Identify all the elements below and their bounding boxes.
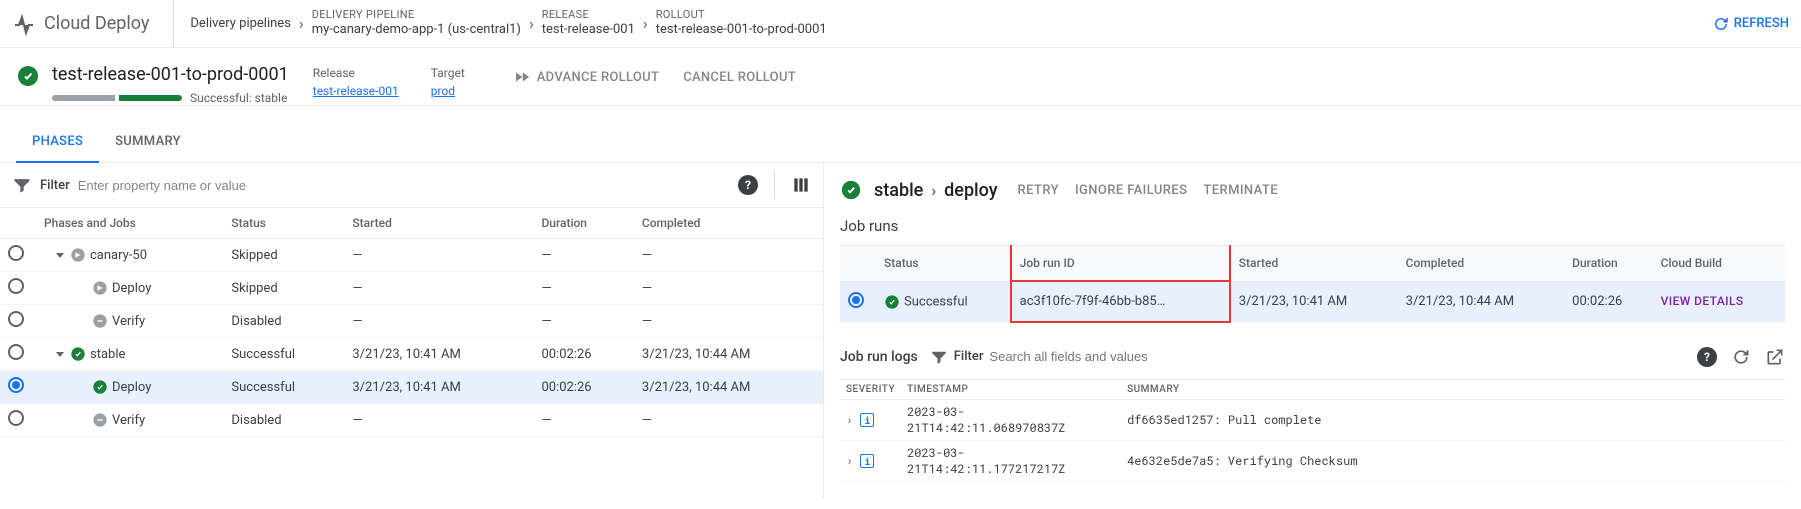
skipped-icon bbox=[92, 280, 108, 296]
breadcrumb: Delivery pipelines › DELIVERY PIPELINE m… bbox=[173, 0, 826, 47]
open-external-icon[interactable] bbox=[1765, 347, 1785, 367]
release-link[interactable]: test-release-001 bbox=[313, 84, 399, 98]
phases-panel: Filter ? Phases and Jobs Status Started … bbox=[0, 163, 824, 498]
target-link[interactable]: prod bbox=[431, 84, 465, 98]
row-radio[interactable] bbox=[8, 344, 24, 360]
job-row[interactable]: VerifyDisabled——— bbox=[0, 404, 823, 437]
product-logo: Cloud Deploy bbox=[12, 12, 149, 36]
success-icon bbox=[16, 64, 40, 88]
cloud-deploy-icon bbox=[12, 12, 36, 36]
logs-filter-input[interactable] bbox=[989, 349, 1685, 364]
jobrun-id: ac3f10fc-7f9f-46bb-b85… bbox=[1011, 281, 1230, 322]
log-row[interactable]: › i2023-03-21T14:42:11.068970837Zdf6635e… bbox=[840, 399, 1785, 440]
chevron-right-icon: › bbox=[299, 14, 304, 33]
help-icon[interactable]: ? bbox=[1697, 347, 1717, 367]
phase-row[interactable]: canary-50Skipped——— bbox=[0, 239, 823, 272]
info-severity-icon: i bbox=[860, 413, 874, 427]
job-detail-panel: stable › deploy RETRY IGNORE FAILURES TE… bbox=[824, 163, 1801, 498]
fast-forward-icon bbox=[513, 68, 531, 86]
row-radio[interactable] bbox=[8, 377, 24, 393]
job-row[interactable]: DeploySkipped——— bbox=[0, 272, 823, 305]
chevron-right-icon: › bbox=[931, 181, 936, 200]
filter-label: Filter bbox=[40, 178, 70, 193]
target-meta: Target prod bbox=[431, 66, 465, 98]
top-header: Cloud Deploy Delivery pipelines › DELIVE… bbox=[0, 0, 1801, 48]
ignore-failures-button[interactable]: IGNORE FAILURES bbox=[1075, 183, 1187, 198]
chevron-right-icon: › bbox=[529, 14, 534, 33]
terminate-button[interactable]: TERMINATE bbox=[1203, 183, 1278, 198]
success-icon bbox=[884, 294, 900, 310]
chevron-right-icon: › bbox=[643, 14, 648, 33]
rollout-titlebar: test-release-001-to-prod-0001 Successful… bbox=[0, 48, 1801, 106]
expand-icon[interactable]: › bbox=[846, 412, 853, 428]
success-icon bbox=[70, 346, 86, 362]
logs-heading: Job run logs bbox=[840, 349, 918, 365]
disabled-icon bbox=[92, 412, 108, 428]
columns-icon[interactable] bbox=[791, 175, 811, 195]
caret-down-icon[interactable] bbox=[56, 253, 64, 258]
product-name: Cloud Deploy bbox=[44, 13, 149, 34]
cancel-rollout-button[interactable]: CANCEL ROLLOUT bbox=[683, 70, 796, 85]
row-radio[interactable] bbox=[8, 245, 24, 261]
breadcrumb-root[interactable]: Delivery pipelines bbox=[190, 16, 291, 31]
retry-button[interactable]: RETRY bbox=[1018, 183, 1059, 198]
jobrun-row[interactable]: Successful ac3f10fc-7f9f-46bb-b85… 3/21/… bbox=[840, 281, 1785, 322]
skipped-icon bbox=[70, 247, 86, 263]
tab-phases[interactable]: PHASES bbox=[16, 122, 99, 163]
row-radio[interactable] bbox=[8, 311, 24, 327]
view-details-link[interactable]: VIEW DETAILS bbox=[1661, 294, 1744, 308]
help-icon[interactable]: ? bbox=[738, 175, 758, 195]
job-row[interactable]: VerifyDisabled——— bbox=[0, 305, 823, 338]
breadcrumb-rollout: ROLLOUT test-release-001-to-prod-0001 bbox=[656, 8, 827, 39]
row-radio[interactable] bbox=[8, 278, 24, 294]
rollout-title: test-release-001-to-prod-0001 bbox=[52, 64, 289, 85]
info-severity-icon: i bbox=[860, 454, 874, 468]
filter-input[interactable] bbox=[78, 178, 730, 193]
refresh-button[interactable]: REFRESH bbox=[1712, 15, 1789, 33]
jobruns-heading: Job runs bbox=[840, 217, 1785, 235]
rollout-progress: Successful: stable bbox=[52, 91, 289, 105]
job-row[interactable]: DeploySuccessful3/21/23, 10:41 AM00:02:2… bbox=[0, 371, 823, 404]
refresh-icon[interactable] bbox=[1731, 347, 1751, 367]
breadcrumb-release[interactable]: RELEASE test-release-001 bbox=[542, 8, 635, 39]
panel-title: stable › deploy bbox=[874, 180, 998, 201]
filter-icon bbox=[12, 175, 32, 195]
logs-table: SEVERITY TIMESTAMP SUMMARY › i2023-03-21… bbox=[840, 379, 1785, 482]
release-meta: Release test-release-001 bbox=[313, 66, 399, 98]
tab-summary[interactable]: SUMMARY bbox=[99, 122, 197, 163]
success-icon bbox=[92, 379, 108, 395]
disabled-icon bbox=[92, 313, 108, 329]
jobrun-radio[interactable] bbox=[848, 292, 864, 308]
log-row[interactable]: › i2023-03-21T14:42:11.177217217Z4e632e5… bbox=[840, 440, 1785, 481]
success-icon bbox=[840, 179, 862, 201]
advance-rollout-button[interactable]: ADVANCE ROLLOUT bbox=[513, 68, 659, 86]
jobruns-table: Status Job run ID Started Completed Dura… bbox=[840, 245, 1785, 323]
refresh-icon bbox=[1712, 15, 1730, 33]
caret-down-icon[interactable] bbox=[56, 352, 64, 357]
rollout-tabs: PHASES SUMMARY bbox=[16, 122, 213, 163]
row-radio[interactable] bbox=[8, 410, 24, 426]
expand-icon[interactable]: › bbox=[846, 453, 853, 469]
phase-row[interactable]: stableSuccessful3/21/23, 10:41 AM00:02:2… bbox=[0, 338, 823, 371]
filter-icon bbox=[930, 348, 948, 366]
phases-table: Phases and Jobs Status Started Duration … bbox=[0, 207, 823, 437]
breadcrumb-pipeline[interactable]: DELIVERY PIPELINE my-canary-demo-app-1 (… bbox=[312, 8, 521, 39]
